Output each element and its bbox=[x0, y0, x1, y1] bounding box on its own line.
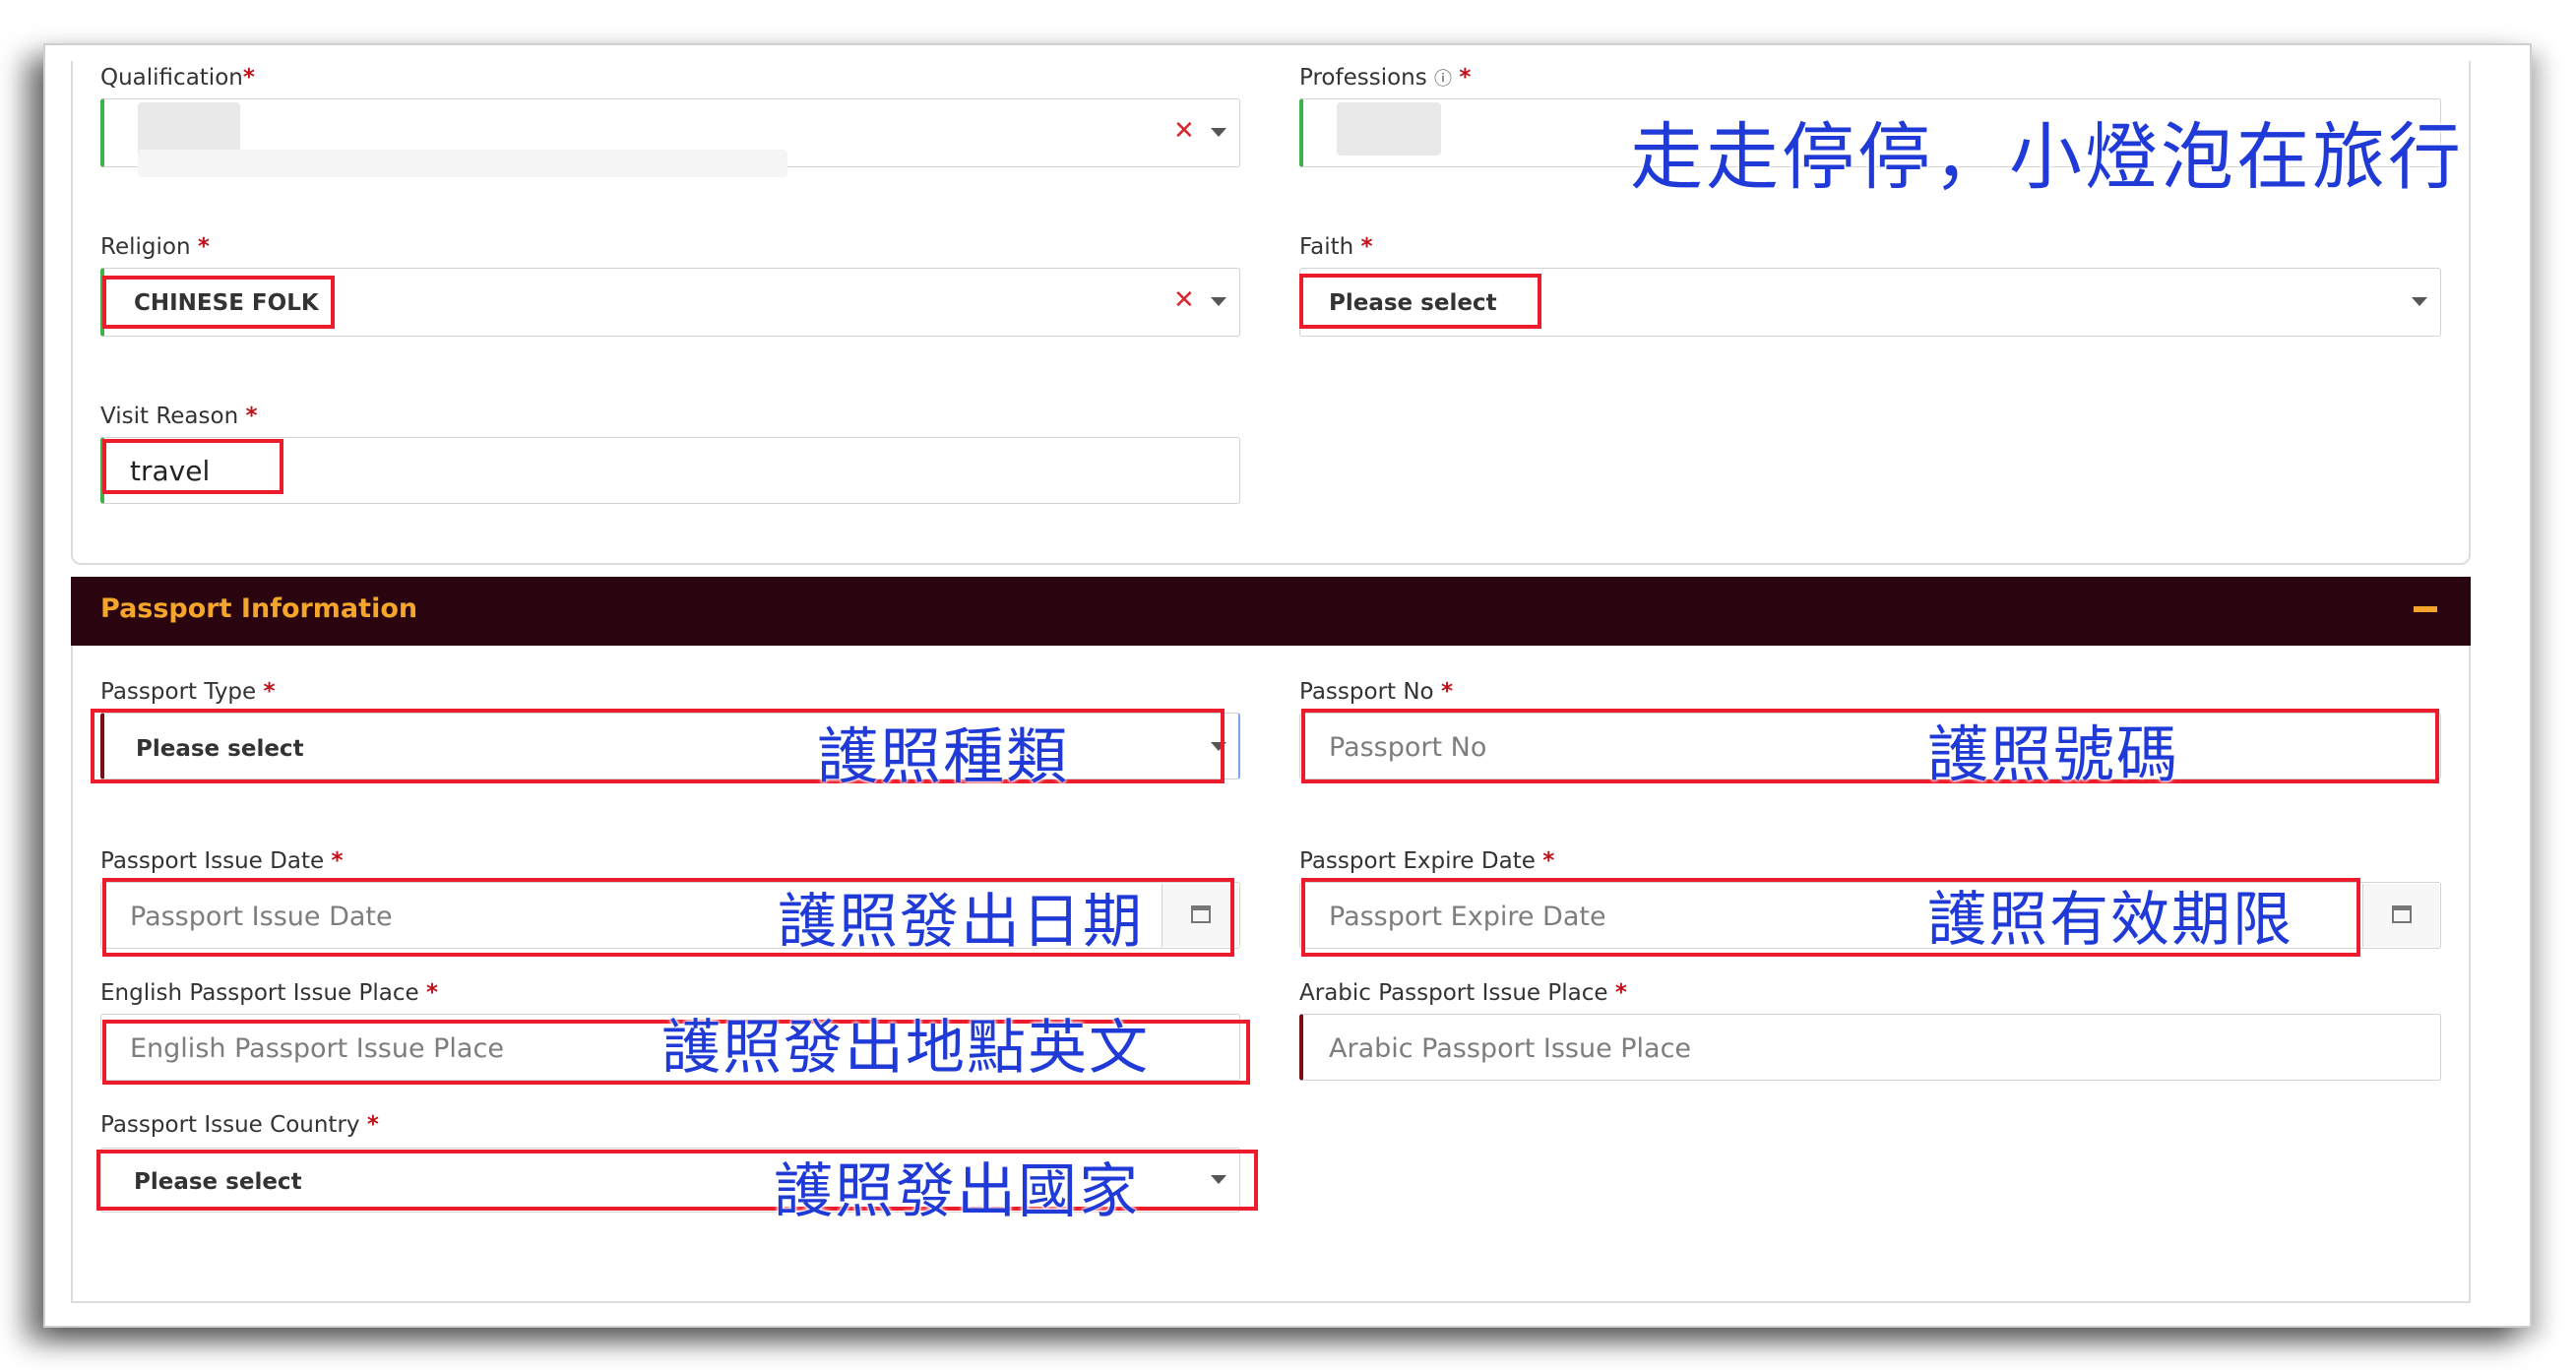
annotation-box bbox=[1299, 274, 1541, 329]
passport-no-label: Passport No * bbox=[1299, 679, 1453, 705]
clear-icon[interactable]: ✕ bbox=[1173, 118, 1195, 144]
arabic-issue-place-label: Arabic Passport Issue Place * bbox=[1299, 980, 1627, 1006]
redacted-value bbox=[1337, 102, 1441, 156]
passport-issue-country-label: Passport Issue Country * bbox=[100, 1112, 379, 1138]
passport-type-label: Passport Type * bbox=[100, 679, 276, 705]
chevron-down-icon[interactable] bbox=[1211, 128, 1226, 137]
chevron-down-icon[interactable] bbox=[1211, 297, 1226, 306]
redacted-value bbox=[138, 150, 787, 177]
faith-label: Faith * bbox=[1299, 234, 1373, 260]
section-title: Passport Information bbox=[100, 593, 418, 624]
passport-issue-date-label: Passport Issue Date * bbox=[100, 848, 344, 874]
chevron-down-icon[interactable] bbox=[2412, 297, 2427, 306]
redacted-value bbox=[138, 102, 240, 156]
annotation-box bbox=[102, 439, 283, 494]
annotation-text: 護照發出日期 bbox=[778, 888, 1144, 957]
annotation-text: 護照發出地點英文 bbox=[661, 1014, 1150, 1083]
calendar-icon[interactable] bbox=[2392, 905, 2412, 923]
clear-icon[interactable]: ✕ bbox=[1173, 287, 1195, 313]
annotation-box bbox=[102, 276, 335, 329]
annotation-text: 護照發出國家 bbox=[774, 1157, 1140, 1226]
passport-expire-date-label: Passport Expire Date * bbox=[1299, 848, 1555, 874]
visit-reason-label: Visit Reason * bbox=[100, 404, 258, 429]
minus-icon[interactable] bbox=[2414, 606, 2437, 612]
section-header-passport[interactable] bbox=[71, 577, 2471, 646]
professions-label: Professions ⓘ * bbox=[1299, 65, 1472, 91]
annotation-box bbox=[1301, 709, 2439, 783]
annotation-text: 護照有效期限 bbox=[1927, 886, 2293, 955]
annotation-text: 護照號碼 bbox=[1927, 718, 2180, 790]
english-issue-place-label: English Passport Issue Place * bbox=[100, 980, 438, 1006]
watermark-text: 走走停停，小燈泡在旅行 bbox=[1630, 115, 2464, 200]
annotation-text: 護照種類 bbox=[817, 720, 1070, 792]
info-icon[interactable]: ⓘ bbox=[1434, 69, 1452, 90]
arabic-issue-place-placeholder: Arabic Passport Issue Place bbox=[1329, 1033, 1692, 1064]
qualification-label: Qualification* bbox=[100, 65, 255, 91]
religion-label: Religion * bbox=[100, 234, 210, 260]
